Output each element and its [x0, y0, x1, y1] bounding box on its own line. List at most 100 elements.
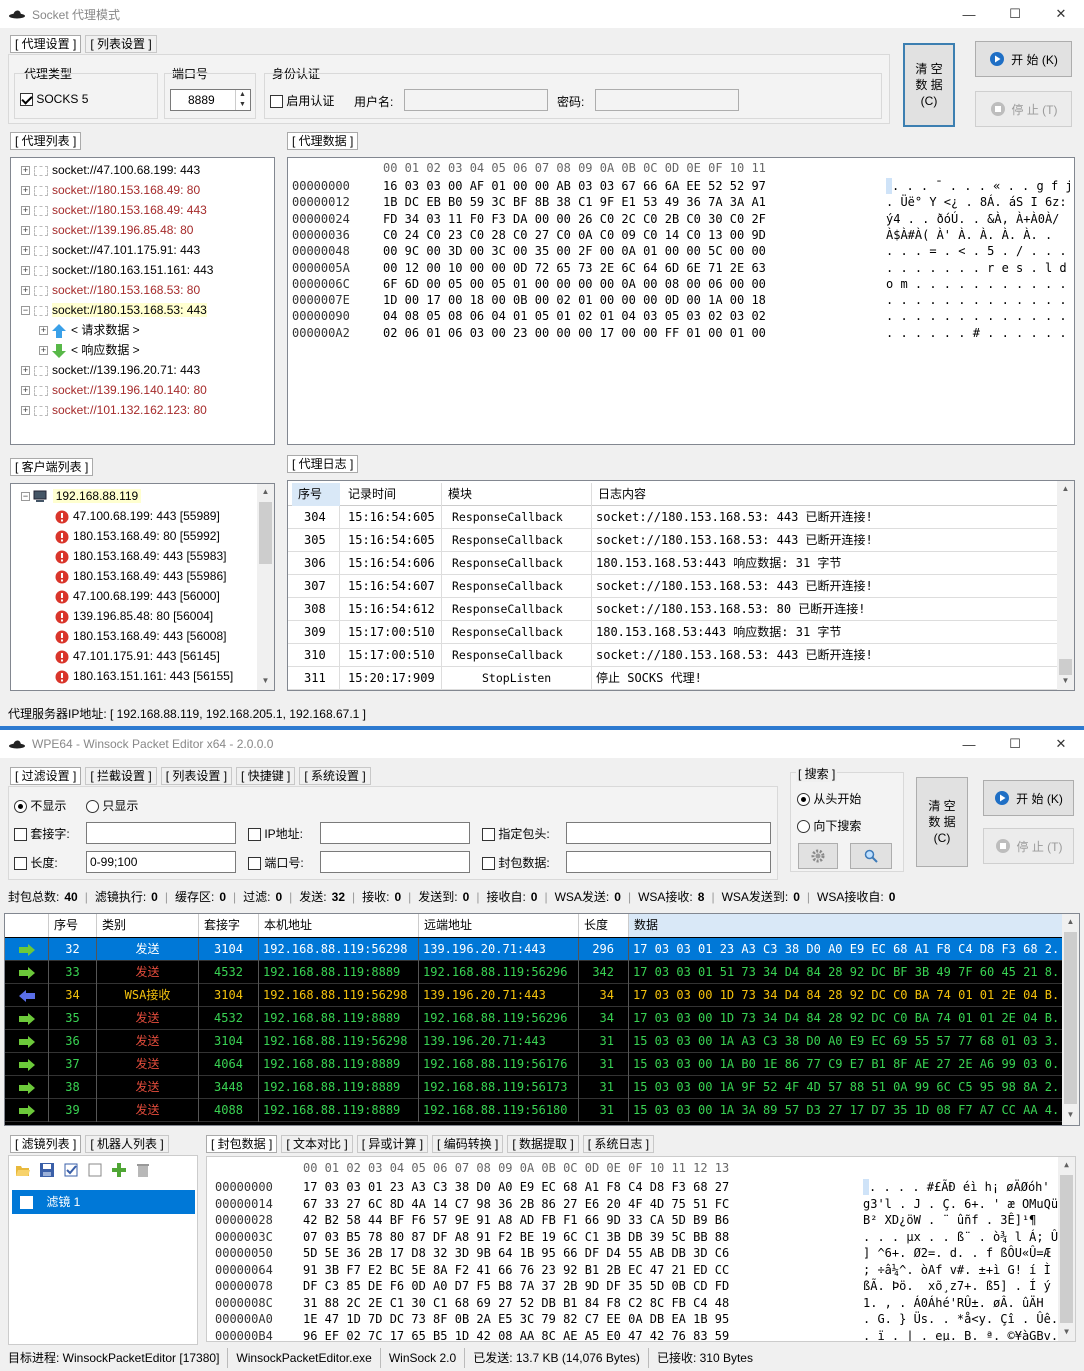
- length-checkbox[interactable]: 长度:: [14, 854, 58, 871]
- w2-tab-2[interactable]: [ 列表设置 ]: [160, 767, 233, 785]
- check-all-icon[interactable]: [63, 1162, 79, 1178]
- bottom-tab-2[interactable]: [ 异或计算 ]: [356, 1135, 429, 1153]
- client-item[interactable]: 180.163.151.161: 443 [56155]: [55, 666, 255, 686]
- maximize-icon[interactable]: ☐: [992, 730, 1038, 758]
- tab-proxy-log[interactable]: [ 代理日志 ]: [287, 455, 359, 473]
- packet-row[interactable]: 36 发送 3104 192.168.88.119:56298 139.196.20.7…: [5, 1030, 1063, 1053]
- tree-child-row[interactable]: + < 请求数据 >: [39, 320, 274, 340]
- pkt-col-1[interactable]: 序号: [49, 914, 97, 937]
- radio-no-show[interactable]: 不显示: [14, 797, 66, 814]
- pkt-col-6[interactable]: 长度: [579, 914, 629, 937]
- log-col-module[interactable]: 模块: [442, 483, 592, 506]
- proxy-list-item[interactable]: + socket://47.101.175.91: 443: [21, 240, 261, 260]
- add-icon[interactable]: [111, 1162, 127, 1178]
- w2-tab-0[interactable]: [ 过滤设置 ]: [10, 767, 82, 785]
- open-folder-icon[interactable]: [15, 1162, 31, 1178]
- proxy-list-item[interactable]: − socket://180.153.168.53: 443: [21, 300, 261, 320]
- proxy-list-item[interactable]: + socket://180.163.151.161: 443: [21, 260, 261, 280]
- bottom-tab-1[interactable]: [ 文本对比 ]: [281, 1135, 353, 1153]
- log-row[interactable]: 305 15:16:54:605 ResponseCallback socket://…: [288, 529, 1058, 552]
- scroll-thumb[interactable]: [1060, 1175, 1073, 1323]
- packet-scrollbar[interactable]: ▲ ▼: [1062, 914, 1079, 1125]
- log-row[interactable]: 309 15:17:00:510 ResponseCallback 180.153.1…: [288, 621, 1058, 644]
- scroll-down-icon[interactable]: ▼: [1058, 1327, 1075, 1336]
- w2-stop-button[interactable]: 停 止 (T): [983, 828, 1074, 864]
- proxy-list-item[interactable]: + socket://101.132.162.123: 80: [21, 400, 261, 420]
- radio-only-show[interactable]: 只显示: [86, 797, 138, 814]
- filter-item-row[interactable]: 滤镜 1: [12, 1190, 195, 1214]
- bottom-tab-4[interactable]: [ 数据提取 ]: [507, 1135, 579, 1153]
- pkt-col-0[interactable]: [5, 914, 49, 937]
- expand-icon[interactable]: +: [21, 406, 30, 416]
- ip-checkbox[interactable]: IP地址:: [248, 825, 303, 842]
- scroll-thumb[interactable]: [1064, 932, 1077, 1104]
- scroll-up-icon[interactable]: ▲: [257, 487, 274, 496]
- w2-tab-3[interactable]: [ 快捷键 ]: [236, 767, 296, 785]
- tab-proxy-list[interactable]: [ 代理列表 ]: [10, 132, 82, 150]
- client-item[interactable]: 180.153.168.49: 80 [55992]: [55, 526, 255, 546]
- log-scrollbar[interactable]: ▲ ▼: [1057, 481, 1074, 690]
- packet-row[interactable]: 35 发送 4532 192.168.88.119:8889 192.168.88.11…: [5, 1007, 1063, 1030]
- client-item[interactable]: 139.196.85.48: 80 [56004]: [55, 606, 255, 626]
- scroll-down-icon[interactable]: ▼: [257, 676, 274, 685]
- hex-scrollbar[interactable]: ▲ ▼: [1058, 1157, 1075, 1341]
- delete-icon[interactable]: [135, 1162, 151, 1178]
- radio-from-start[interactable]: 从头开始: [797, 790, 861, 807]
- log-col-no[interactable]: 序号: [292, 483, 340, 506]
- ip-input[interactable]: [320, 822, 470, 844]
- packet-grid[interactable]: 序号 类别 套接字 本机地址 远端地址 长度 数据 32 发送 3104 192.168.88.1…: [4, 913, 1080, 1126]
- w2-tab-4[interactable]: [ 系统设置 ]: [299, 767, 371, 785]
- proxy-tree[interactable]: + socket://47.100.68.199: 443 + socket://18…: [10, 157, 275, 445]
- packet-row[interactable]: 34 WSA接收 3104 192.168.88.119:56298 139.196.2…: [5, 984, 1063, 1007]
- scroll-down-icon[interactable]: ▼: [1062, 1110, 1079, 1119]
- bottom-tab-3[interactable]: [ 编码转换 ]: [432, 1135, 504, 1153]
- log-row[interactable]: 304 15:16:54:605 ResponseCallback socket://…: [288, 506, 1058, 529]
- packet-row[interactable]: 38 发送 3448 192.168.88.119:8889 192.168.88.11…: [5, 1076, 1063, 1099]
- minimize-icon[interactable]: —: [946, 0, 992, 28]
- scroll-up-icon[interactable]: ▲: [1062, 917, 1079, 926]
- proxy-list-item[interactable]: + socket://139.196.85.48: 80: [21, 220, 261, 240]
- scroll-up-icon[interactable]: ▲: [1057, 484, 1074, 493]
- length-input[interactable]: 0-99;100: [86, 851, 236, 873]
- expand-icon[interactable]: +: [39, 346, 48, 356]
- checkbox-icon[interactable]: [20, 1196, 33, 1210]
- tab-client-list[interactable]: [ 客户端列表 ]: [10, 458, 94, 476]
- proxy-list-item[interactable]: + socket://47.100.68.199: 443: [21, 160, 261, 180]
- socket-checkbox[interactable]: 套接字:: [14, 825, 70, 842]
- save-icon[interactable]: [39, 1162, 55, 1178]
- client-scrollbar[interactable]: ▲ ▼: [257, 484, 274, 690]
- password-input[interactable]: [595, 89, 739, 111]
- head-checkbox[interactable]: 指定包头:: [482, 825, 550, 842]
- scroll-up-icon[interactable]: ▲: [1058, 1160, 1075, 1169]
- expand-icon[interactable]: +: [21, 366, 30, 376]
- port-filter-input[interactable]: [320, 851, 470, 873]
- maximize-icon[interactable]: ☐: [992, 0, 1038, 28]
- expand-icon[interactable]: +: [21, 206, 30, 216]
- log-col-content[interactable]: 日志内容: [592, 483, 1058, 506]
- log-row[interactable]: 306 15:16:54:606 ResponseCallback 180.153.1…: [288, 552, 1058, 575]
- packet-data-input[interactable]: [566, 851, 771, 873]
- pkt-col-7[interactable]: 数据: [629, 914, 1063, 937]
- log-row[interactable]: 310 15:17:00:510 ResponseCallback socket://…: [288, 644, 1058, 667]
- socket-input[interactable]: [86, 822, 236, 844]
- client-item[interactable]: 47.100.68.199: 443 [55989]: [55, 506, 255, 526]
- username-input[interactable]: [404, 89, 548, 111]
- w2-tab-1[interactable]: [ 拦截设置 ]: [85, 767, 157, 785]
- scroll-down-icon[interactable]: ▼: [1057, 676, 1074, 685]
- proxy-list-item[interactable]: + socket://180.153.168.49: 443: [21, 200, 261, 220]
- radio-search-down[interactable]: 向下搜索: [797, 817, 861, 834]
- proxy-list-item[interactable]: + socket://139.196.20.71: 443: [21, 360, 261, 380]
- expand-icon[interactable]: +: [39, 326, 48, 336]
- tab-filter-list[interactable]: [ 滤镜列表 ]: [10, 1135, 82, 1153]
- collapse-icon[interactable]: −: [21, 306, 30, 316]
- expand-icon[interactable]: +: [21, 246, 30, 256]
- expand-icon[interactable]: +: [21, 386, 30, 396]
- w2-clear-data-button[interactable]: 清 空数 据 (C): [916, 777, 968, 867]
- w1-stop-button[interactable]: 停 止 (T): [975, 91, 1072, 127]
- tab-robot-list[interactable]: [ 机器人列表 ]: [85, 1135, 169, 1153]
- expand-icon[interactable]: +: [21, 186, 30, 196]
- w2-start-button[interactable]: 开 始 (K): [983, 780, 1074, 816]
- close-icon[interactable]: ✕: [1038, 730, 1084, 758]
- proxy-list-item[interactable]: + socket://180.153.168.49: 80: [21, 180, 261, 200]
- packet-data-checkbox[interactable]: 封包数据:: [482, 854, 550, 871]
